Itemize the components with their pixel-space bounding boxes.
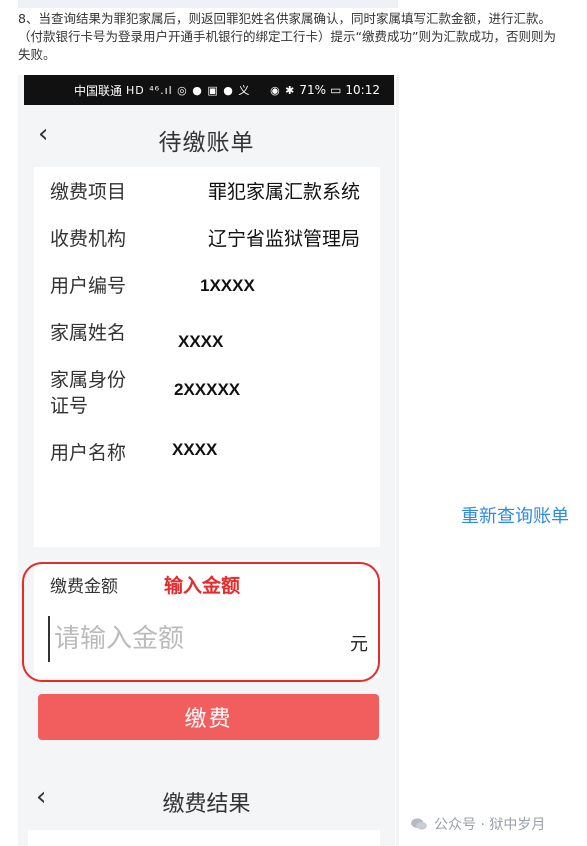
family-id-value: 2XXXXX bbox=[174, 380, 241, 399]
signal-icons: HD ⁴⁶.ıl ◎ ● ▣ ● 义 bbox=[126, 84, 251, 97]
family-id-label-line1: 家属身份 bbox=[50, 369, 127, 391]
user-id-value: 1XXXX bbox=[200, 276, 255, 295]
bill-item-value: 罪犯家属汇款系统 bbox=[208, 181, 361, 203]
status-bar: 中国联通 HD ⁴⁶.ıl ◎ ● ▣ ● 义 ◉ ✱ 71% ▭ 10:12 bbox=[24, 75, 394, 105]
carrier-label: 中国联通 bbox=[74, 83, 123, 98]
previous-image-strip bbox=[18, 0, 398, 8]
username-label: 用户名称 bbox=[50, 442, 127, 464]
watermark: 公众号 · 狱中岁月 bbox=[410, 814, 545, 834]
bluetooth-icons: ◉ ✱ bbox=[270, 83, 296, 97]
requery-bill-link[interactable]: 重新查询账单 bbox=[461, 502, 569, 528]
result-page-title: 缴费结果 bbox=[162, 792, 251, 817]
pay-button[interactable]: 缴费 bbox=[38, 694, 379, 740]
divider bbox=[396, 75, 399, 846]
bill-item-label: 缴费项目 bbox=[50, 181, 127, 203]
annotation-highlight-ring bbox=[22, 562, 380, 682]
username-value: XXXX bbox=[172, 440, 218, 459]
family-name-value: XXXX bbox=[178, 332, 224, 351]
wechat-icon bbox=[411, 818, 427, 830]
institution-value: 辽宁省监狱管理局 bbox=[208, 228, 361, 250]
family-id-label-line2: 证号 bbox=[50, 395, 89, 417]
watermark-text: 公众号 · 狱中岁月 bbox=[434, 817, 546, 833]
institution-label: 收费机构 bbox=[50, 228, 127, 250]
battery-icon: ▭ bbox=[330, 83, 342, 97]
nav-bar: ‹ 待缴账单 bbox=[18, 105, 395, 167]
clock: 10:12 bbox=[345, 83, 380, 97]
page-title: 待缴账单 bbox=[158, 130, 255, 156]
result-card bbox=[28, 830, 380, 846]
bill-details-card: 缴费项目 罪犯家属汇款系统 收费机构 辽宁省监狱管理局 用户编号 1XXXX 家… bbox=[34, 167, 380, 547]
instruction-text: 8、当查询结果为罪犯家属后，则返回罪犯姓名供家属确认，同时家属填写汇款金额，进行… bbox=[18, 11, 556, 62]
family-name-label: 家属姓名 bbox=[50, 322, 127, 344]
battery-percent: 71% bbox=[299, 83, 327, 97]
user-id-label: 用户编号 bbox=[50, 275, 127, 297]
